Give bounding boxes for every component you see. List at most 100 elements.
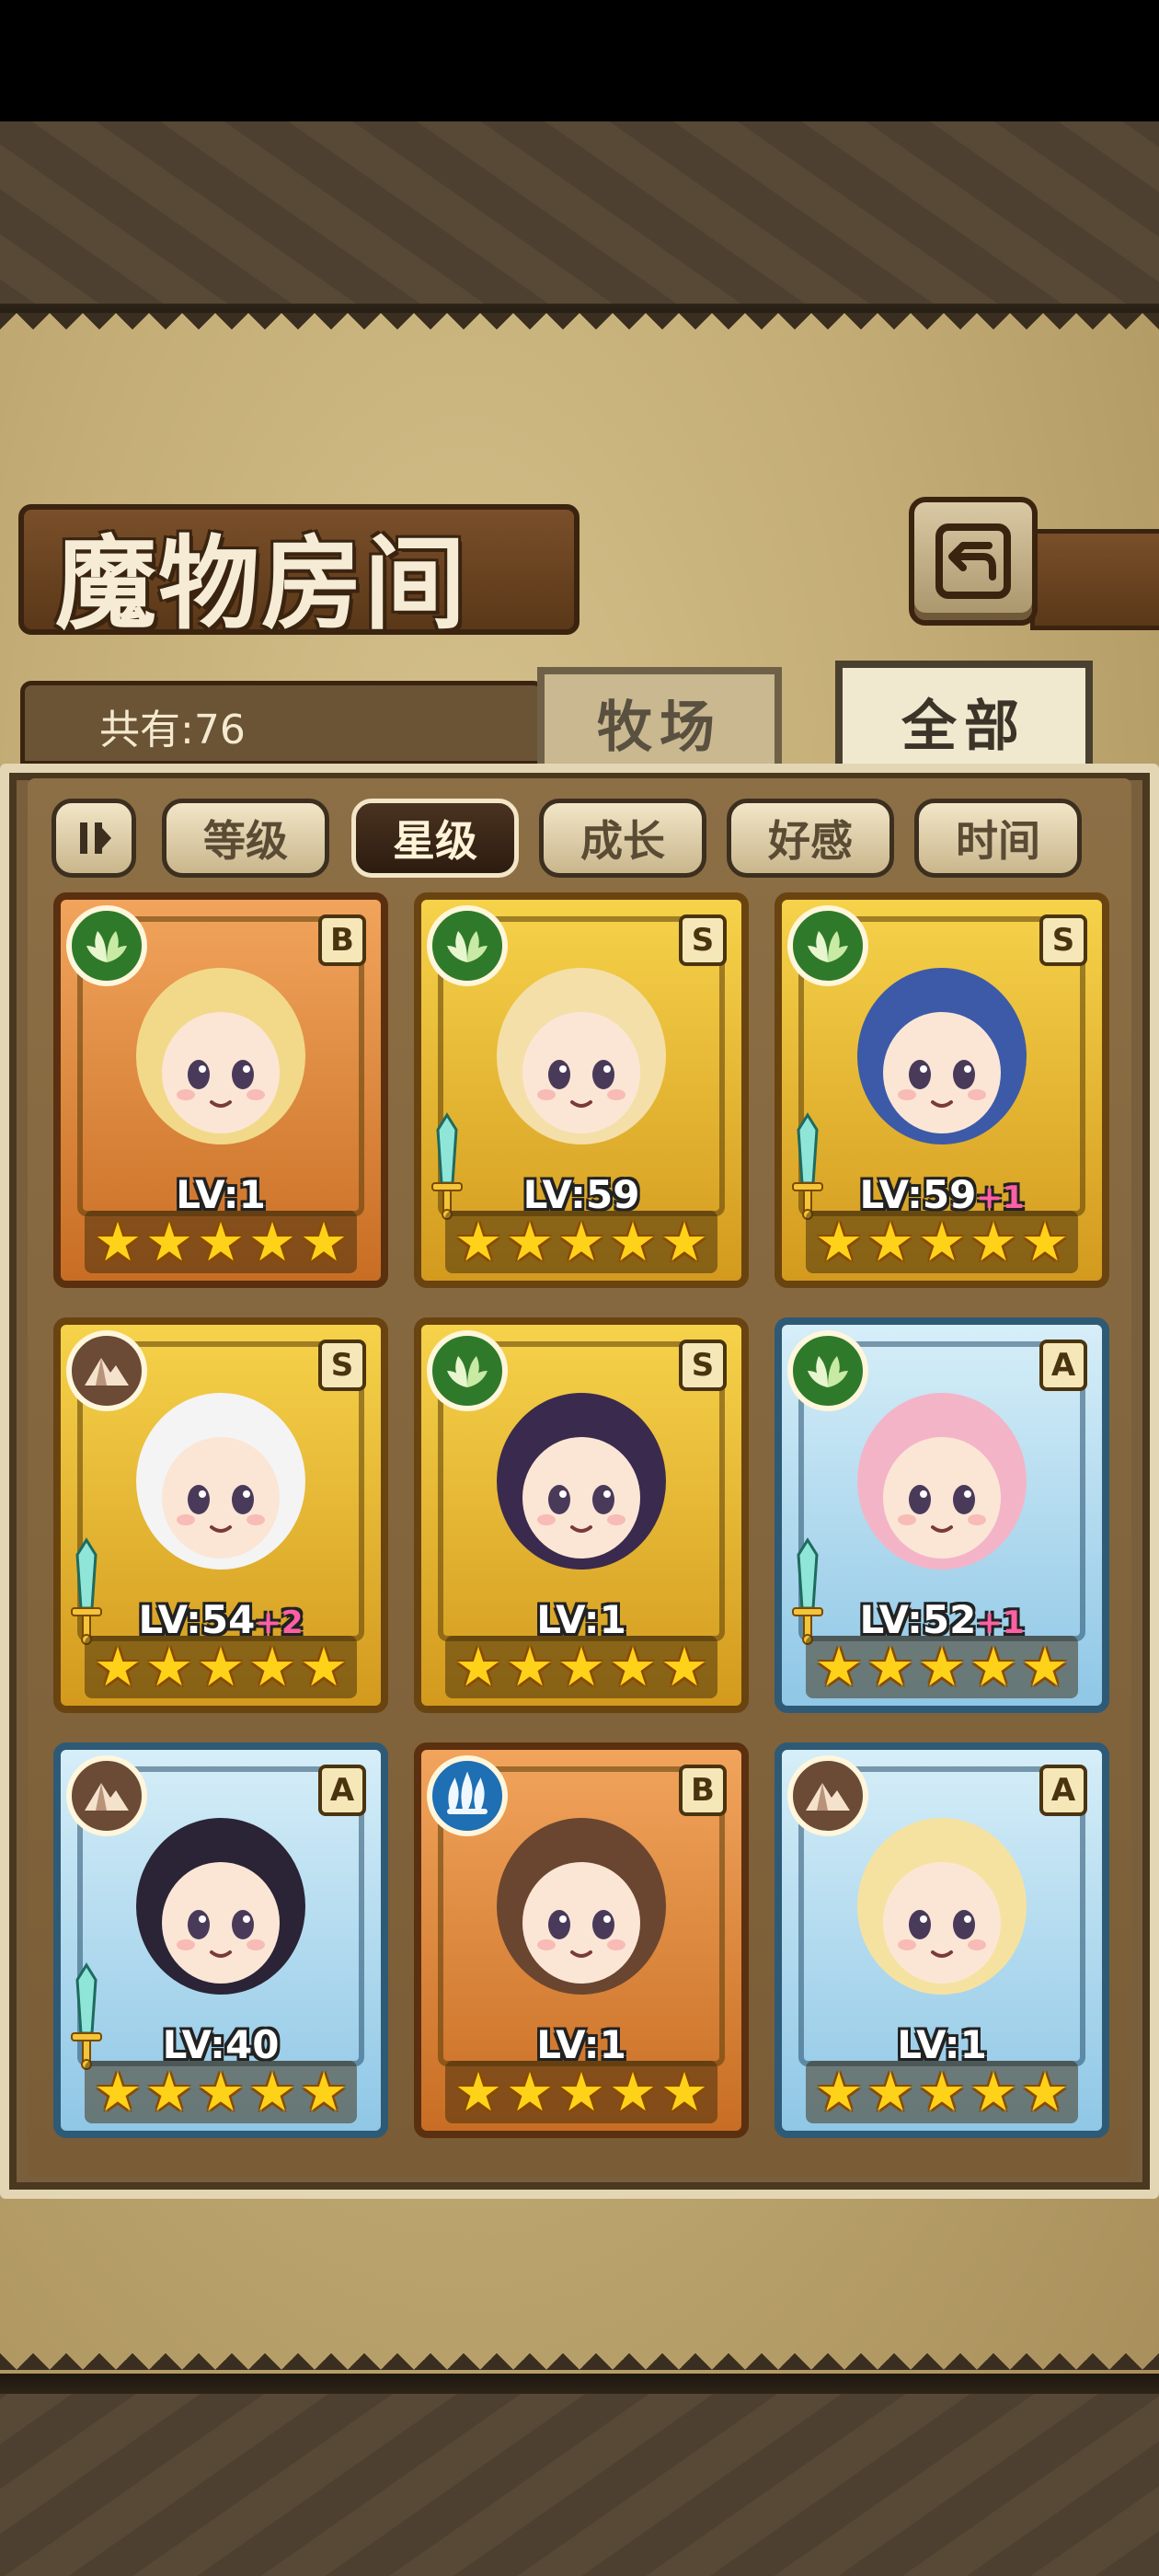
star-icon: ★ (454, 2061, 502, 2123)
star-icon: ★ (660, 1211, 708, 1273)
sort-stars-button[interactable]: 星级 (351, 799, 519, 878)
star-icon: ★ (918, 1636, 966, 1698)
monster-portrait (136, 968, 305, 1144)
star-icon: ★ (300, 2061, 348, 2123)
monster-card[interactable]: S LV:54+2 ★ ★ ★ ★ ★ (53, 1317, 388, 1713)
star-rating: ★ ★ ★ ★ ★ (85, 1636, 357, 1698)
back-arrow-icon (935, 523, 1011, 599)
star-icon: ★ (557, 1636, 605, 1698)
monster-portrait (857, 1393, 1027, 1570)
star-icon: ★ (866, 1211, 914, 1273)
star-rating: ★ ★ ★ ★ ★ (445, 2061, 717, 2123)
star-icon: ★ (609, 1636, 657, 1698)
earth-element-icon (66, 1330, 147, 1411)
star-icon: ★ (300, 1636, 348, 1698)
star-icon: ★ (970, 2061, 1017, 2123)
map-background-top (0, 121, 1159, 324)
star-icon: ★ (94, 1211, 142, 1273)
leaf-element-icon (427, 1330, 508, 1411)
sort-order-icon (80, 822, 111, 854)
monster-portrait (136, 1393, 305, 1570)
tab-ranch[interactable]: 牧场 (537, 667, 782, 777)
page-title: 魔物房间 (55, 524, 467, 643)
star-icon: ★ (197, 2061, 245, 2123)
star-rating: ★ ★ ★ ★ ★ (445, 1211, 717, 1273)
star-rating: ★ ★ ★ ★ ★ (806, 2061, 1078, 2123)
star-icon: ★ (1021, 2061, 1069, 2123)
sort-time-button[interactable]: 时间 (914, 799, 1082, 878)
monster-card[interactable]: B LV:1 ★ ★ ★ ★ ★ (53, 892, 388, 1288)
rank-badge: A (1039, 1765, 1087, 1816)
star-icon: ★ (145, 2061, 193, 2123)
monster-portrait (497, 1818, 666, 1995)
star-icon: ★ (506, 1636, 554, 1698)
earth-element-icon (787, 1755, 868, 1836)
monster-portrait (857, 968, 1027, 1144)
rank-badge: S (1039, 914, 1087, 966)
star-icon: ★ (557, 2061, 605, 2123)
leaf-element-icon (66, 905, 147, 986)
star-icon: ★ (197, 1211, 245, 1273)
star-rating: ★ ★ ★ ★ ★ (85, 2061, 357, 2123)
back-button[interactable] (909, 497, 1038, 626)
monster-portrait (497, 1393, 666, 1570)
rank-badge: S (679, 1340, 727, 1391)
status-bar (0, 0, 1159, 121)
star-icon: ★ (506, 1211, 554, 1273)
star-icon: ★ (1021, 1211, 1069, 1273)
monster-portrait (497, 968, 666, 1144)
star-icon: ★ (248, 2061, 296, 2123)
monster-card[interactable]: S LV:59 ★ ★ ★ ★ ★ (414, 892, 749, 1288)
star-icon: ★ (300, 1211, 348, 1273)
star-icon: ★ (866, 1636, 914, 1698)
monster-portrait (136, 1818, 305, 1995)
back-rail (1030, 529, 1159, 630)
star-icon: ★ (609, 2061, 657, 2123)
monster-card[interactable]: A LV:1 ★ ★ ★ ★ ★ (775, 1742, 1109, 2138)
rank-badge: S (679, 914, 727, 966)
leaf-element-icon (787, 1330, 868, 1411)
monster-card[interactable]: B LV:1 ★ ★ ★ ★ ★ (414, 1742, 749, 2138)
monster-card[interactable]: S LV:59+1 ★ ★ ★ ★ ★ (775, 892, 1109, 1288)
sort-affection-button[interactable]: 好感 (727, 799, 894, 878)
map-background-bottom (0, 2374, 1159, 2576)
leaf-element-icon (787, 905, 868, 986)
sort-level-button[interactable]: 等级 (162, 799, 329, 878)
rank-badge: S (318, 1340, 366, 1391)
rank-badge: B (679, 1765, 727, 1816)
star-icon: ★ (815, 1636, 863, 1698)
star-icon: ★ (866, 2061, 914, 2123)
monster-card[interactable]: A LV:52+1 ★ ★ ★ ★ ★ (775, 1317, 1109, 1713)
panel-bottom-edge (0, 2337, 1159, 2370)
star-icon: ★ (454, 1636, 502, 1698)
rank-badge: A (318, 1765, 366, 1816)
star-icon: ★ (970, 1636, 1017, 1698)
rank-badge: B (318, 914, 366, 966)
star-icon: ★ (660, 2061, 708, 2123)
water-element-icon (427, 1755, 508, 1836)
star-rating: ★ ★ ★ ★ ★ (806, 1636, 1078, 1698)
star-icon: ★ (660, 1636, 708, 1698)
star-icon: ★ (918, 2061, 966, 2123)
star-rating: ★ ★ ★ ★ ★ (85, 1211, 357, 1273)
star-icon: ★ (145, 1636, 193, 1698)
monster-card[interactable]: A LV:40 ★ ★ ★ ★ ★ (53, 1742, 388, 2138)
star-icon: ★ (970, 1211, 1017, 1273)
star-icon: ★ (454, 1211, 502, 1273)
sort-order-toggle[interactable] (52, 799, 136, 878)
star-icon: ★ (815, 1211, 863, 1273)
star-icon: ★ (918, 1211, 966, 1273)
star-rating: ★ ★ ★ ★ ★ (806, 1211, 1078, 1273)
leaf-element-icon (427, 905, 508, 986)
star-icon: ★ (145, 1211, 193, 1273)
earth-element-icon (66, 1755, 147, 1836)
monster-portrait (857, 1818, 1027, 1995)
star-icon: ★ (1021, 1636, 1069, 1698)
star-rating: ★ ★ ★ ★ ★ (445, 1636, 717, 1698)
monster-card[interactable]: S LV:1 ★ ★ ★ ★ ★ (414, 1317, 749, 1713)
star-icon: ★ (248, 1636, 296, 1698)
panel-top-edge (0, 313, 1159, 346)
star-icon: ★ (197, 1636, 245, 1698)
sort-growth-button[interactable]: 成长 (539, 799, 706, 878)
star-icon: ★ (557, 1211, 605, 1273)
